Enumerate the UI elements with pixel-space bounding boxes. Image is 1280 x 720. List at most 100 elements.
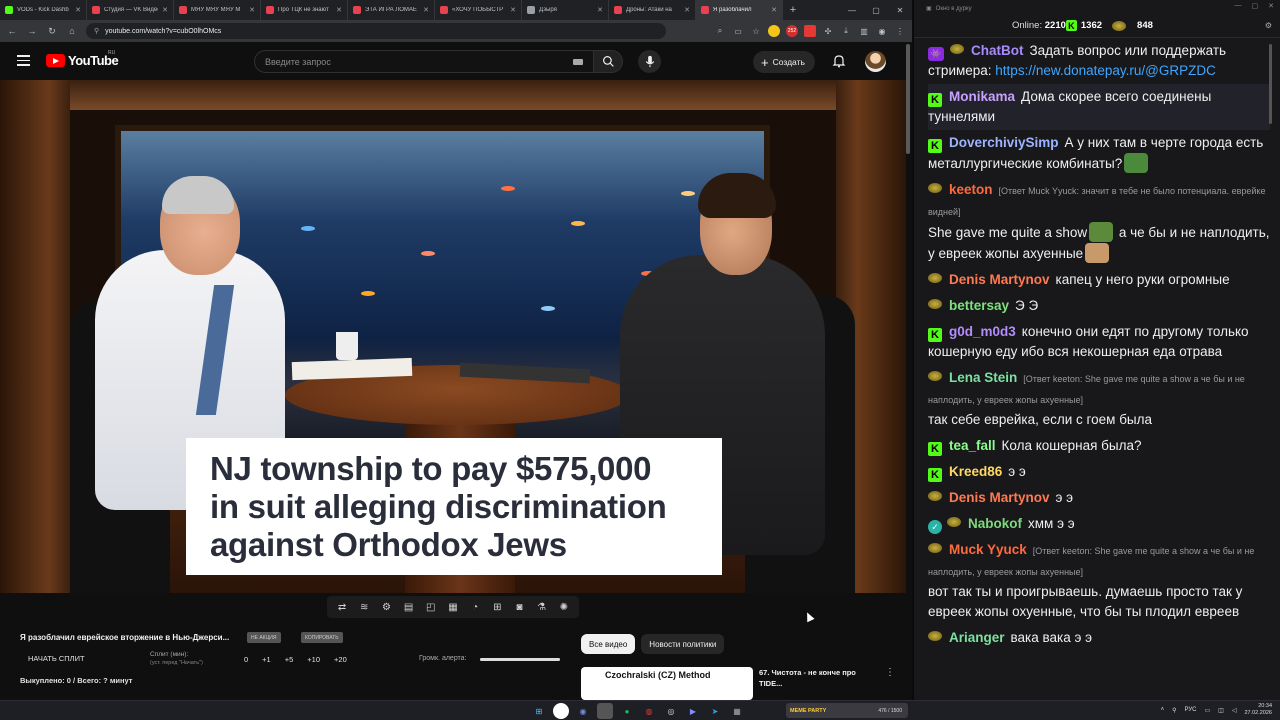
- screen-cast-icon[interactable]: ▭: [732, 25, 744, 37]
- browser-tab[interactable]: VODs - Kick Dashb ✕: [0, 0, 87, 20]
- sidebar-icon[interactable]: ▥: [858, 25, 870, 37]
- extension-icon[interactable]: [768, 25, 780, 37]
- tab-close-icon[interactable]: ✕: [75, 6, 81, 14]
- browser-tab[interactable]: Про ТЦК не знают ✕: [261, 0, 348, 20]
- language-indicator[interactable]: РУС: [1184, 707, 1196, 713]
- chat-message[interactable]: Denis Martynov э э: [928, 485, 1270, 511]
- windows-start-icon[interactable]: ⊞: [531, 703, 547, 719]
- start-split-button[interactable]: НАЧАТЬ СПЛИТ: [28, 654, 85, 663]
- browser-tab[interactable]: Дроны: Атаки на ✕: [609, 0, 696, 20]
- notifications-bell-icon[interactable]: [832, 54, 846, 68]
- alert-volume-slider[interactable]: [480, 658, 560, 661]
- audio-wave-icon[interactable]: ≋: [357, 600, 371, 614]
- chip-all-videos[interactable]: Все видео: [581, 634, 636, 654]
- search-input[interactable]: [265, 56, 555, 67]
- cinema-icon[interactable]: ▦: [446, 600, 460, 614]
- chat-message[interactable]: ✓ Nabokof хмм э э: [928, 511, 1270, 537]
- close-icon[interactable]: ✕: [1268, 2, 1274, 10]
- settings-gear-icon[interactable]: ⚙: [379, 600, 393, 614]
- network-icon[interactable]: ◫: [1218, 707, 1224, 714]
- tab-close-icon[interactable]: ✕: [510, 6, 516, 14]
- media-player-icon[interactable]: ▶: [685, 703, 701, 719]
- minimize-icon[interactable]: —: [840, 0, 864, 20]
- maximize-icon[interactable]: ▢: [1252, 2, 1259, 10]
- chat-message[interactable]: 👾 ChatBot Задать вопрос или поддержать стр…: [928, 38, 1270, 84]
- menu-hamburger-icon[interactable]: [17, 55, 30, 66]
- home-icon[interactable]: ⌂: [66, 26, 78, 36]
- film-icon[interactable]: ▤: [402, 600, 416, 614]
- speed-icon[interactable]: ◔: [468, 600, 482, 614]
- tab-close-icon[interactable]: ✕: [684, 6, 690, 14]
- keyboard-icon[interactable]: [573, 58, 583, 65]
- new-tab-button[interactable]: +: [783, 4, 803, 16]
- site-info-icon[interactable]: ⚲: [94, 27, 99, 35]
- tray-chevron-icon[interactable]: ˄: [1161, 707, 1165, 713]
- chat-message[interactable]: Lena Stein [Ответ keeton: She gave me qui…: [928, 365, 1270, 433]
- reload-icon[interactable]: ↻: [46, 26, 58, 37]
- recommended-title[interactable]: 67. Чистота - не конче про TIDE...: [759, 667, 879, 689]
- profile-icon[interactable]: ◉: [876, 25, 888, 37]
- browser-tab[interactable]: Я разоблачил ✕: [696, 0, 783, 20]
- flask-icon[interactable]: ⚗: [535, 600, 549, 614]
- mic-icon[interactable]: ⚲: [1172, 707, 1176, 714]
- split-add-button[interactable]: +20: [334, 655, 347, 664]
- bookmark-star-icon[interactable]: ☆: [750, 25, 762, 37]
- settings-icon[interactable]: ⚙: [1265, 21, 1272, 30]
- app-icon[interactable]: ◍: [641, 703, 657, 719]
- tab-close-icon[interactable]: ✕: [249, 6, 255, 14]
- chat-message[interactable]: K DoverchiviySimp А у них там в черте горо…: [928, 130, 1270, 177]
- search-icon[interactable]: ⌕: [714, 25, 726, 37]
- monitor-icon[interactable]: ▭: [1205, 707, 1211, 714]
- copy-pill[interactable]: КОПИРОВАТЬ: [301, 632, 343, 643]
- chat-message[interactable]: bettersay Э Э: [928, 293, 1270, 319]
- url-field[interactable]: ⚲ youtube.com/watch?v=cubO0lhOMcs: [86, 23, 666, 39]
- search-box[interactable]: [254, 50, 594, 73]
- menu-icon[interactable]: ⋮: [894, 25, 906, 37]
- youtube-logo[interactable]: YouTube RU: [46, 50, 119, 68]
- meme-party-widget[interactable]: MEME PARTY 476 / 1500: [786, 703, 908, 718]
- extensions-puzzle-icon[interactable]: ✣: [822, 25, 834, 37]
- search-button[interactable]: [593, 50, 623, 73]
- account-avatar[interactable]: [865, 51, 886, 72]
- tab-close-icon[interactable]: ✕: [162, 6, 168, 14]
- chat-message[interactable]: Ktea_fall Кола кошерная была?: [928, 433, 1270, 459]
- chat-message[interactable]: K Monikama Дома скорее всего соединены тун…: [928, 84, 1270, 130]
- browser-tab[interactable]: МЯУ МЯУ МЯУ М ✕: [174, 0, 261, 20]
- add-frame-icon[interactable]: ⊞: [490, 600, 504, 614]
- chip-politics-news[interactable]: Новости политики: [641, 634, 725, 654]
- obs-icon[interactable]: ◎: [663, 703, 679, 719]
- extension-icon[interactable]: [804, 25, 816, 37]
- app-icon[interactable]: ▦: [729, 703, 745, 719]
- spotify-icon[interactable]: ●: [619, 703, 635, 719]
- close-icon[interactable]: ✕: [888, 0, 912, 20]
- maximize-icon[interactable]: ▢: [864, 0, 888, 20]
- browser-tab[interactable]: Студия — VK Видео ✕: [87, 0, 174, 20]
- chat-message[interactable]: Kg0d_m0d3 конечно они едят по другому тол…: [928, 319, 1270, 365]
- status-pill[interactable]: НЕ АКЦИЯ: [247, 632, 281, 643]
- adblock-icon[interactable]: 252: [786, 25, 798, 37]
- app-icon[interactable]: [597, 703, 613, 719]
- chat-message[interactable]: Denis Martynov капец у него руки огромные: [928, 267, 1270, 293]
- back-icon[interactable]: ←: [6, 26, 18, 36]
- download-icon[interactable]: ⤓: [840, 25, 852, 37]
- chat-message[interactable]: keeton [Ответ Muck Yyuck: значит в тебе н…: [928, 177, 1270, 267]
- telegram-icon[interactable]: ➤: [707, 703, 723, 719]
- browser-tab[interactable]: Дзыря ✕: [522, 0, 609, 20]
- split-add-button[interactable]: +1: [262, 655, 271, 664]
- split-add-button[interactable]: +5: [285, 655, 294, 664]
- chat-message[interactable]: Arianger вака вака э э: [928, 625, 1270, 651]
- recommended-thumbnail[interactable]: Czochralski (CZ) Method: [581, 667, 753, 700]
- browser-tab[interactable]: «ХОЧУ ПОБЫСТР ✕: [435, 0, 522, 20]
- chat-scrollbar[interactable]: [1269, 44, 1272, 124]
- tab-close-icon[interactable]: ✕: [597, 6, 603, 14]
- voice-search-button[interactable]: [638, 50, 661, 73]
- volume-icon[interactable]: ◁: [1232, 707, 1237, 714]
- video-player[interactable]: NJ township to pay $575,000 in suit alle…: [0, 80, 906, 593]
- chat-message-list[interactable]: 👾 ChatBot Задать вопрос или поддержать стр…: [914, 38, 1280, 651]
- create-button[interactable]: + Создать: [753, 51, 815, 73]
- picture-in-picture-icon[interactable]: ◰: [424, 600, 438, 614]
- donate-link[interactable]: https://new.donatepay.ru/@GRPZDC: [995, 63, 1216, 78]
- browser-tab[interactable]: ЭТА ИГРА ЛОМАЕ ✕: [348, 0, 435, 20]
- screenshot-camera-icon[interactable]: ◙: [512, 600, 526, 614]
- gear-icon[interactable]: ✺: [557, 600, 571, 614]
